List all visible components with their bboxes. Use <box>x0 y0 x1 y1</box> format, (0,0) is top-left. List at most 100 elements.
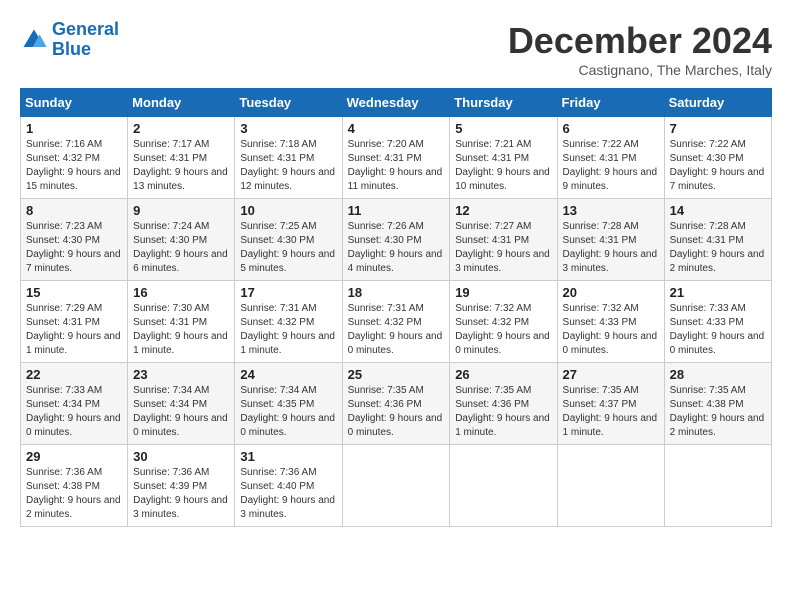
location-subtitle: Castignano, The Marches, Italy <box>508 62 772 78</box>
day-cell-17: 17 Sunrise: 7:31 AMSunset: 4:32 PMDaylig… <box>235 281 342 363</box>
day-number: 8 <box>26 203 122 218</box>
day-info: Sunrise: 7:25 AMSunset: 4:30 PMDaylight:… <box>240 220 336 276</box>
day-cell-28: 28 Sunrise: 7:35 AMSunset: 4:38 PMDaylig… <box>664 363 771 445</box>
title-block: December 2024 Castignano, The Marches, I… <box>508 20 772 78</box>
day-cell-10: 10 Sunrise: 7:25 AMSunset: 4:30 PMDaylig… <box>235 199 342 281</box>
day-cell-31: 31 Sunrise: 7:36 AMSunset: 4:40 PMDaylig… <box>235 445 342 527</box>
day-number: 7 <box>670 121 766 136</box>
day-cell-11: 11 Sunrise: 7:26 AMSunset: 4:30 PMDaylig… <box>342 199 450 281</box>
day-number: 21 <box>670 285 766 300</box>
day-number: 15 <box>26 285 122 300</box>
day-number: 20 <box>563 285 659 300</box>
day-info: Sunrise: 7:22 AMSunset: 4:31 PMDaylight:… <box>563 138 659 194</box>
day-number: 5 <box>455 121 551 136</box>
day-cell-6: 6 Sunrise: 7:22 AMSunset: 4:31 PMDayligh… <box>557 117 664 199</box>
day-cell-1: 1 Sunrise: 7:16 AMSunset: 4:32 PMDayligh… <box>21 117 128 199</box>
day-number: 12 <box>455 203 551 218</box>
week-row-4: 22 Sunrise: 7:33 AMSunset: 4:34 PMDaylig… <box>21 363 772 445</box>
day-number: 3 <box>240 121 336 136</box>
day-number: 4 <box>348 121 445 136</box>
day-cell-5: 5 Sunrise: 7:21 AMSunset: 4:31 PMDayligh… <box>450 117 557 199</box>
col-sunday: Sunday <box>21 89 128 117</box>
day-cell-9: 9 Sunrise: 7:24 AMSunset: 4:30 PMDayligh… <box>128 199 235 281</box>
day-info: Sunrise: 7:36 AMSunset: 4:38 PMDaylight:… <box>26 466 122 522</box>
col-monday: Monday <box>128 89 235 117</box>
day-info: Sunrise: 7:29 AMSunset: 4:31 PMDaylight:… <box>26 302 122 358</box>
day-number: 26 <box>455 367 551 382</box>
empty-cell <box>557 445 664 527</box>
month-title: December 2024 <box>508 20 772 62</box>
day-cell-21: 21 Sunrise: 7:33 AMSunset: 4:33 PMDaylig… <box>664 281 771 363</box>
day-number: 19 <box>455 285 551 300</box>
day-info: Sunrise: 7:22 AMSunset: 4:30 PMDaylight:… <box>670 138 766 194</box>
day-cell-3: 3 Sunrise: 7:18 AMSunset: 4:31 PMDayligh… <box>235 117 342 199</box>
day-cell-24: 24 Sunrise: 7:34 AMSunset: 4:35 PMDaylig… <box>235 363 342 445</box>
day-cell-2: 2 Sunrise: 7:17 AMSunset: 4:31 PMDayligh… <box>128 117 235 199</box>
week-row-2: 8 Sunrise: 7:23 AMSunset: 4:30 PMDayligh… <box>21 199 772 281</box>
logo-text: General Blue <box>52 20 119 60</box>
day-info: Sunrise: 7:33 AMSunset: 4:33 PMDaylight:… <box>670 302 766 358</box>
day-info: Sunrise: 7:32 AMSunset: 4:32 PMDaylight:… <box>455 302 551 358</box>
day-cell-4: 4 Sunrise: 7:20 AMSunset: 4:31 PMDayligh… <box>342 117 450 199</box>
day-number: 1 <box>26 121 122 136</box>
logo-general: General <box>52 19 119 39</box>
week-row-3: 15 Sunrise: 7:29 AMSunset: 4:31 PMDaylig… <box>21 281 772 363</box>
day-info: Sunrise: 7:16 AMSunset: 4:32 PMDaylight:… <box>26 138 122 194</box>
day-cell-19: 19 Sunrise: 7:32 AMSunset: 4:32 PMDaylig… <box>450 281 557 363</box>
day-number: 11 <box>348 203 445 218</box>
col-thursday: Thursday <box>450 89 557 117</box>
day-number: 10 <box>240 203 336 218</box>
day-number: 27 <box>563 367 659 382</box>
day-number: 29 <box>26 449 122 464</box>
day-info: Sunrise: 7:17 AMSunset: 4:31 PMDaylight:… <box>133 138 229 194</box>
day-info: Sunrise: 7:18 AMSunset: 4:31 PMDaylight:… <box>240 138 336 194</box>
day-cell-29: 29 Sunrise: 7:36 AMSunset: 4:38 PMDaylig… <box>21 445 128 527</box>
col-saturday: Saturday <box>664 89 771 117</box>
calendar-header-row: Sunday Monday Tuesday Wednesday Thursday… <box>21 89 772 117</box>
day-info: Sunrise: 7:35 AMSunset: 4:37 PMDaylight:… <box>563 384 659 440</box>
day-info: Sunrise: 7:36 AMSunset: 4:40 PMDaylight:… <box>240 466 336 522</box>
day-info: Sunrise: 7:31 AMSunset: 4:32 PMDaylight:… <box>348 302 445 358</box>
day-info: Sunrise: 7:27 AMSunset: 4:31 PMDaylight:… <box>455 220 551 276</box>
day-cell-22: 22 Sunrise: 7:33 AMSunset: 4:34 PMDaylig… <box>21 363 128 445</box>
day-info: Sunrise: 7:20 AMSunset: 4:31 PMDaylight:… <box>348 138 445 194</box>
day-number: 14 <box>670 203 766 218</box>
day-cell-12: 12 Sunrise: 7:27 AMSunset: 4:31 PMDaylig… <box>450 199 557 281</box>
day-number: 31 <box>240 449 336 464</box>
day-cell-26: 26 Sunrise: 7:35 AMSunset: 4:36 PMDaylig… <box>450 363 557 445</box>
empty-cell <box>450 445 557 527</box>
empty-cell <box>664 445 771 527</box>
logo: General Blue <box>20 20 119 60</box>
day-info: Sunrise: 7:31 AMSunset: 4:32 PMDaylight:… <box>240 302 336 358</box>
day-cell-18: 18 Sunrise: 7:31 AMSunset: 4:32 PMDaylig… <box>342 281 450 363</box>
page-header: General Blue December 2024 Castignano, T… <box>20 20 772 78</box>
day-number: 13 <box>563 203 659 218</box>
day-cell-27: 27 Sunrise: 7:35 AMSunset: 4:37 PMDaylig… <box>557 363 664 445</box>
day-info: Sunrise: 7:34 AMSunset: 4:35 PMDaylight:… <box>240 384 336 440</box>
day-number: 22 <box>26 367 122 382</box>
day-number: 30 <box>133 449 229 464</box>
day-info: Sunrise: 7:35 AMSunset: 4:36 PMDaylight:… <box>455 384 551 440</box>
calendar-table: Sunday Monday Tuesday Wednesday Thursday… <box>20 88 772 527</box>
empty-cell <box>342 445 450 527</box>
day-number: 17 <box>240 285 336 300</box>
day-number: 28 <box>670 367 766 382</box>
day-cell-30: 30 Sunrise: 7:36 AMSunset: 4:39 PMDaylig… <box>128 445 235 527</box>
day-cell-7: 7 Sunrise: 7:22 AMSunset: 4:30 PMDayligh… <box>664 117 771 199</box>
day-cell-13: 13 Sunrise: 7:28 AMSunset: 4:31 PMDaylig… <box>557 199 664 281</box>
col-wednesday: Wednesday <box>342 89 450 117</box>
day-cell-20: 20 Sunrise: 7:32 AMSunset: 4:33 PMDaylig… <box>557 281 664 363</box>
day-info: Sunrise: 7:35 AMSunset: 4:36 PMDaylight:… <box>348 384 445 440</box>
col-friday: Friday <box>557 89 664 117</box>
day-number: 6 <box>563 121 659 136</box>
day-info: Sunrise: 7:28 AMSunset: 4:31 PMDaylight:… <box>670 220 766 276</box>
day-cell-15: 15 Sunrise: 7:29 AMSunset: 4:31 PMDaylig… <box>21 281 128 363</box>
logo-blue: Blue <box>52 40 119 60</box>
day-info: Sunrise: 7:21 AMSunset: 4:31 PMDaylight:… <box>455 138 551 194</box>
day-number: 18 <box>348 285 445 300</box>
day-info: Sunrise: 7:30 AMSunset: 4:31 PMDaylight:… <box>133 302 229 358</box>
day-cell-14: 14 Sunrise: 7:28 AMSunset: 4:31 PMDaylig… <box>664 199 771 281</box>
day-info: Sunrise: 7:34 AMSunset: 4:34 PMDaylight:… <box>133 384 229 440</box>
day-cell-8: 8 Sunrise: 7:23 AMSunset: 4:30 PMDayligh… <box>21 199 128 281</box>
day-info: Sunrise: 7:24 AMSunset: 4:30 PMDaylight:… <box>133 220 229 276</box>
